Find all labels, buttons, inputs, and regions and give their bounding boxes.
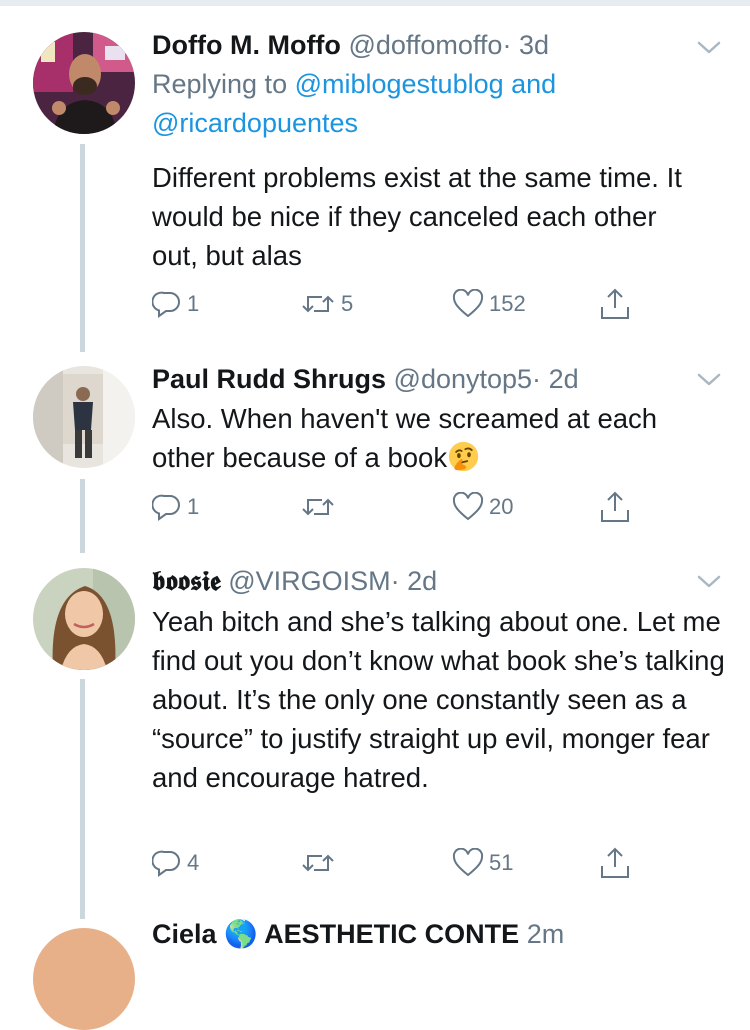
retweet-button[interactable]: 5: [300, 287, 353, 321]
reply-button[interactable]: 1: [152, 287, 199, 321]
timestamp[interactable]: 2m: [527, 919, 565, 949]
chevron-down-icon[interactable]: [695, 572, 723, 592]
display-name[interactable]: 𝖇𝖔𝖔𝖘𝖎𝖊: [152, 566, 221, 596]
like-icon: [452, 492, 484, 521]
like-count: 152: [489, 291, 526, 316]
tweet-header: Paul Rudd Shrugs @donytop5· 2d: [152, 361, 579, 397]
avatar[interactable]: [33, 32, 135, 134]
share-button[interactable]: [598, 846, 632, 880]
timestamp[interactable]: 3d: [519, 30, 549, 60]
chevron-down-icon[interactable]: [695, 38, 723, 58]
retweet-button[interactable]: [300, 490, 341, 524]
reply-count: 1: [187, 291, 200, 316]
reply-icon: [152, 850, 180, 877]
retweet-icon: [302, 498, 334, 516]
replying-and: and: [503, 69, 557, 99]
handle[interactable]: @doffomoffo: [348, 30, 502, 60]
tweet-text-content: Also. When haven't we screamed at each o…: [152, 403, 658, 473]
display-name[interactable]: Ciela 🌎 AESTHETIC CONTE: [152, 919, 519, 949]
reply-button[interactable]: 1: [152, 490, 199, 524]
like-button[interactable]: 152: [452, 287, 526, 321]
tweet-text: Yeah bitch and she’s talking about one. …: [152, 606, 725, 793]
reply-button[interactable]: 4: [152, 846, 199, 880]
tweet-text: Different problems exist at the same tim…: [152, 162, 682, 271]
like-count: 51: [489, 850, 514, 875]
like-button[interactable]: 51: [452, 846, 513, 880]
avatar[interactable]: [33, 366, 135, 468]
handle[interactable]: @VIRGOISM: [228, 566, 390, 596]
retweet-button[interactable]: [300, 846, 341, 880]
like-button[interactable]: 20: [452, 490, 513, 524]
share-icon: [601, 288, 629, 319]
separator: ·: [532, 364, 542, 394]
share-icon: [601, 847, 629, 878]
reply-count: 4: [187, 850, 200, 875]
thread-line: [80, 144, 85, 352]
display-name[interactable]: Doffo M. Moffo: [152, 30, 341, 60]
separator: ·: [390, 566, 400, 596]
share-button[interactable]: [598, 287, 632, 321]
mention-link[interactable]: @miblogestublog: [295, 69, 504, 99]
like-icon: [452, 289, 484, 318]
replying-to: Replying to @miblogestublog and @ricardo…: [152, 65, 712, 143]
separator: ·: [502, 30, 512, 60]
tweet[interactable]: Doffo M. Moffo @doffomoffo· 3d Replying …: [0, 0, 750, 352]
retweet-icon: [302, 854, 334, 872]
tweet[interactable]: 𝖇𝖔𝖔𝖘𝖎𝖊 @VIRGOISM· 2d Yeah bitch and she’…: [0, 550, 750, 919]
tweet-header: Ciela 🌎 AESTHETIC CONTE 2m: [152, 918, 564, 950]
display-name[interactable]: Paul Rudd Shrugs: [152, 364, 386, 394]
reply-icon: [152, 494, 180, 521]
thread-line: [80, 679, 85, 919]
reply-count: 1: [187, 494, 200, 519]
tweet[interactable]: Paul Rudd Shrugs @donytop5· 2d Also. Whe…: [0, 350, 750, 553]
like-count: 20: [489, 494, 514, 519]
share-icon: [601, 491, 629, 522]
retweet-count: 5: [341, 291, 354, 316]
avatar[interactable]: [33, 928, 135, 1030]
avatar[interactable]: [33, 568, 135, 670]
timestamp[interactable]: 2d: [549, 364, 579, 394]
like-icon: [452, 848, 484, 877]
timestamp[interactable]: 2d: [407, 566, 437, 596]
share-button[interactable]: [598, 490, 632, 524]
replying-prefix: Replying to: [152, 69, 295, 99]
thread-line: [80, 479, 85, 553]
tweet-header: Doffo M. Moffo @doffomoffo· 3d: [152, 27, 549, 63]
chevron-down-icon[interactable]: [695, 370, 723, 390]
mention-link[interactable]: @ricardopuentes: [152, 108, 358, 138]
retweet-icon: [302, 295, 334, 313]
thinking-face-icon: [448, 441, 479, 472]
handle[interactable]: @donytop5: [394, 364, 533, 394]
tweet-header: 𝖇𝖔𝖔𝖘𝖎𝖊 @VIRGOISM· 2d: [152, 563, 437, 599]
tweet-text: Also. When haven't we screamed at each o…: [152, 399, 727, 477]
reply-icon: [152, 291, 180, 318]
